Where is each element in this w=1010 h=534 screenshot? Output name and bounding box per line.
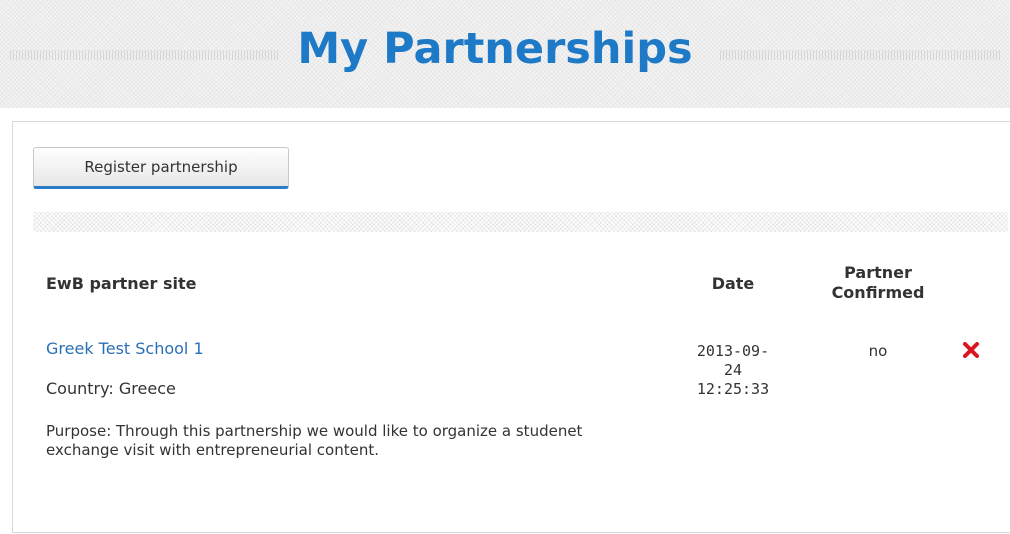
partnerships-panel: Register partnership EwB partner site Da… [12,121,1010,533]
partnership-date-line2: 24 [723,361,743,379]
delete-x-icon[interactable] [963,342,979,358]
column-header-date: Date [711,274,755,293]
register-partnership-button[interactable]: Register partnership [33,147,289,189]
partner-country: Country: Greece [46,379,176,398]
column-header-partner-confirmed-line1: Partner [844,263,912,282]
column-header-partner-site: EwB partner site [46,274,197,293]
partner-purpose: Purpose: Through this partnership we wou… [46,422,583,459]
partnership-date-line1: 2013-09- [696,342,770,360]
page-banner: My Partnerships [0,0,1010,108]
partnership-date-line3: 12:25:33 [696,380,770,398]
page-title: My Partnerships [297,24,693,74]
column-header-partner-confirmed-line2: Confirmed [831,283,925,302]
partner-confirmed-value: no [868,342,888,360]
partnership-date: 2013-09- 24 12:25:33 [683,342,783,399]
partner-site-link[interactable]: Greek Test School 1 [46,340,204,358]
column-header-partner-confirmed: Partner Confirmed [813,263,943,303]
section-divider [33,212,1008,232]
